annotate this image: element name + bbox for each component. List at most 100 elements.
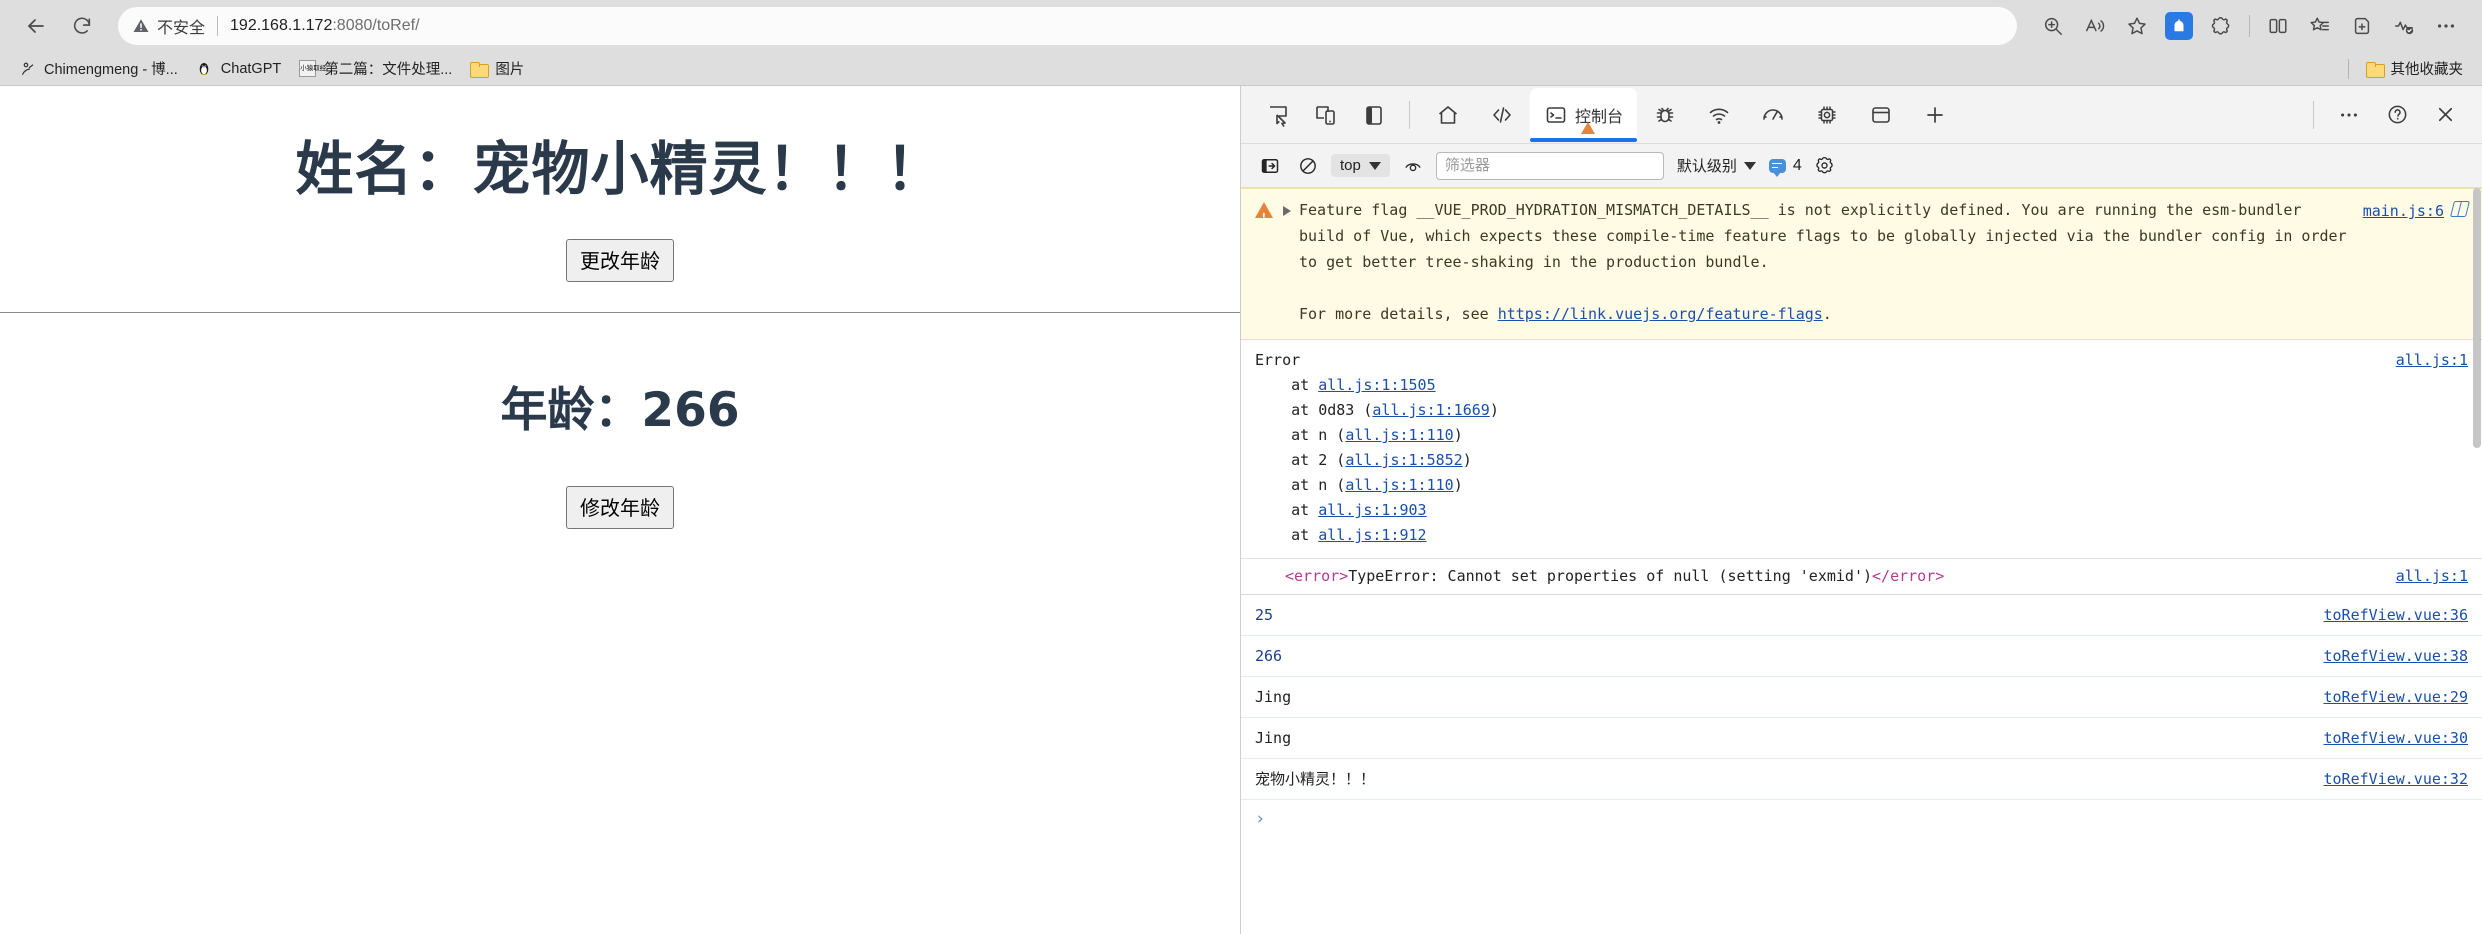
change-age-button[interactable]: 更改年龄 xyxy=(566,239,674,282)
bug-icon xyxy=(1656,107,1674,122)
warning-source-link[interactable]: main.js:6 xyxy=(2363,198,2444,224)
console-scrollbar-thumb[interactable] xyxy=(2473,188,2481,448)
devtools-close-icon[interactable] xyxy=(2422,94,2468,136)
modify-age-row: 修改年龄 xyxy=(0,486,1240,529)
stack-link[interactable]: all.js:1:5852 xyxy=(1345,451,1462,469)
live-expression-icon[interactable] xyxy=(1398,152,1428,180)
console-messages[interactable]: Feature flag __VUE_PROD_HYDRATION_MISMAT… xyxy=(1241,188,2482,934)
xiaoyuan-icon: 小猿取经 xyxy=(299,60,327,77)
modify-age-button[interactable]: 修改年龄 xyxy=(566,486,674,529)
console-log-row[interactable]: 宠物小精灵！！！ toRefView.vue:32 xyxy=(1241,759,2482,800)
address-bar[interactable]: 不安全 192.168.1.172:8080/toRef/ xyxy=(118,7,2017,45)
log-value: 25 xyxy=(1255,606,1274,624)
read-aloud-icon[interactable] xyxy=(2075,6,2115,46)
reload-button[interactable] xyxy=(62,6,102,46)
log-source-link[interactable]: toRefView.vue:38 xyxy=(2324,647,2469,665)
console-log-row[interactable]: 25 toRefView.vue:36 xyxy=(1241,595,2482,636)
stack-link[interactable]: all.js:1:110 xyxy=(1345,476,1453,494)
stack-link[interactable]: all.js:1:912 xyxy=(1318,526,1426,544)
stack-fn: 2 xyxy=(1318,451,1337,469)
security-indicator[interactable]: 不安全 xyxy=(132,14,205,38)
home-icon xyxy=(1438,105,1458,124)
favorite-star-icon[interactable] xyxy=(2117,6,2157,46)
error-close-tag: </error> xyxy=(1872,567,1945,585)
open-in-sources-icon[interactable] xyxy=(2450,201,2470,217)
stack-frame: at 0d83 (all.js:1:1669) xyxy=(1255,401,1499,419)
log-source-link[interactable]: toRefView.vue:32 xyxy=(2324,770,2469,788)
log-value: Jing xyxy=(1255,688,1292,706)
console-filter-toolbar: top 默认级别 4 xyxy=(1241,144,2482,188)
stack-frame: at n (all.js:1:110) xyxy=(1255,426,1463,444)
bookmark-label: 第二篇：文件处理... xyxy=(324,62,453,78)
extensions-icon[interactable] xyxy=(2201,6,2241,46)
bookmark-item-chatgpt[interactable]: ChatGPT xyxy=(187,57,290,80)
typeerror-body: TypeError: Cannot set properties of null… xyxy=(1348,567,1873,585)
tab-application[interactable] xyxy=(1855,88,1907,142)
copilot-icon[interactable] xyxy=(2165,12,2193,40)
page-title-age: 年龄：266 xyxy=(500,383,740,438)
xiaoyuan-icon-line1: 小猿取经 xyxy=(300,64,327,72)
tab-home[interactable] xyxy=(1422,88,1474,142)
settings-more-icon[interactable] xyxy=(2426,6,2466,46)
error-stack: Error at all.js:1:1505 at 0d83 (all.js:1… xyxy=(1255,348,2382,548)
browser-toolbar: 不安全 192.168.1.172:8080/toRef/ xyxy=(0,0,2482,52)
console-sidebar-icon[interactable] xyxy=(1255,152,1285,180)
console-log-row[interactable]: 266 toRefView.vue:38 xyxy=(1241,636,2482,677)
bookmark-other-favorites[interactable]: 其他收藏夹 xyxy=(2357,55,2473,82)
stack-link[interactable]: all.js:1:1505 xyxy=(1318,376,1435,394)
expand-arrow-icon[interactable] xyxy=(1283,206,1291,216)
stack-link[interactable]: all.js:1:903 xyxy=(1318,501,1426,519)
log-source-link[interactable]: toRefView.vue:30 xyxy=(2324,729,2469,747)
stack-link[interactable]: all.js:1:1669 xyxy=(1372,401,1489,419)
log-source: toRefView.vue:36 xyxy=(2324,604,2469,626)
log-level-selector[interactable]: 默认级别 xyxy=(1672,152,1761,179)
tab-performance[interactable] xyxy=(1747,88,1799,142)
vue-feature-flags-link[interactable]: https://link.vuejs.org/feature-flags xyxy=(1498,305,1823,323)
console-filter-input[interactable] xyxy=(1435,151,1664,180)
favorites-list-icon[interactable] xyxy=(2300,6,2340,46)
console-scrollbar[interactable] xyxy=(2472,188,2482,934)
log-source-link[interactable]: toRefView.vue:29 xyxy=(2324,688,2469,706)
zoom-icon[interactable] xyxy=(2033,6,2073,46)
log-value: Jing xyxy=(1255,729,1292,747)
tab-elements[interactable] xyxy=(1476,88,1528,142)
other-favorites-label: 其他收藏夹 xyxy=(2390,62,2464,78)
stack-link[interactable]: all.js:1:110 xyxy=(1345,426,1453,444)
tab-add-panel[interactable] xyxy=(1909,88,1961,142)
console-prompt[interactable]: › xyxy=(1241,800,2482,838)
bookmarks-bar: Chimengmeng - 博... ChatGPT 小猿取经 第二篇：文件处理… xyxy=(0,52,2482,86)
bookmark-item-article2[interactable]: 小猿取经 第二篇：文件处理... xyxy=(290,55,461,82)
tab-memory[interactable] xyxy=(1801,88,1853,142)
console-typeerror-row[interactable]: <error>TypeError: Cannot set properties … xyxy=(1241,559,2482,595)
error-source-link[interactable]: all.js:1 xyxy=(2396,351,2468,369)
tab-sources[interactable] xyxy=(1639,88,1691,142)
back-button[interactable] xyxy=(16,6,56,46)
log-value: 266 xyxy=(1255,647,1283,665)
url-text: 192.168.1.172:8080/toRef/ xyxy=(230,17,420,35)
split-screen-icon[interactable] xyxy=(2258,6,2298,46)
bookmark-item-images[interactable]: 图片 xyxy=(461,55,533,82)
console-log-row[interactable]: Jing toRefView.vue:29 xyxy=(1241,677,2482,718)
console-warning-message[interactable]: Feature flag __VUE_PROD_HYDRATION_MISMAT… xyxy=(1241,188,2482,340)
message-count[interactable]: 4 xyxy=(1768,157,1802,177)
devtools-more-icon[interactable] xyxy=(2326,94,2372,136)
typeerror-source-link[interactable]: all.js:1 xyxy=(2396,567,2468,585)
device-toolbar-icon[interactable] xyxy=(1303,94,1349,136)
browser-essentials-icon[interactable] xyxy=(2384,6,2424,46)
tab-network[interactable] xyxy=(1693,88,1745,142)
log-source-link[interactable]: toRefView.vue:36 xyxy=(2324,606,2469,624)
bookmark-label: ChatGPT xyxy=(220,60,282,77)
stack-fn: n xyxy=(1318,476,1337,494)
dock-side-icon[interactable] xyxy=(1351,94,1397,136)
inspect-element-icon[interactable] xyxy=(1255,94,1301,136)
console-log-row[interactable]: Jing toRefView.vue:30 xyxy=(1241,718,2482,759)
console-error-message[interactable]: Error at all.js:1:1505 at 0d83 (all.js:1… xyxy=(1241,340,2482,559)
console-icon xyxy=(1546,106,1566,123)
execution-context-selector[interactable]: top xyxy=(1331,154,1390,177)
collections-icon[interactable] xyxy=(2342,6,2382,46)
clear-console-icon[interactable] xyxy=(1293,152,1323,180)
console-settings-gear-icon[interactable] xyxy=(1810,152,1840,180)
bookmark-label: 图片 xyxy=(495,62,525,78)
bookmark-item-chimengmeng[interactable]: Chimengmeng - 博... xyxy=(10,55,187,82)
devtools-help-icon[interactable] xyxy=(2374,94,2420,136)
